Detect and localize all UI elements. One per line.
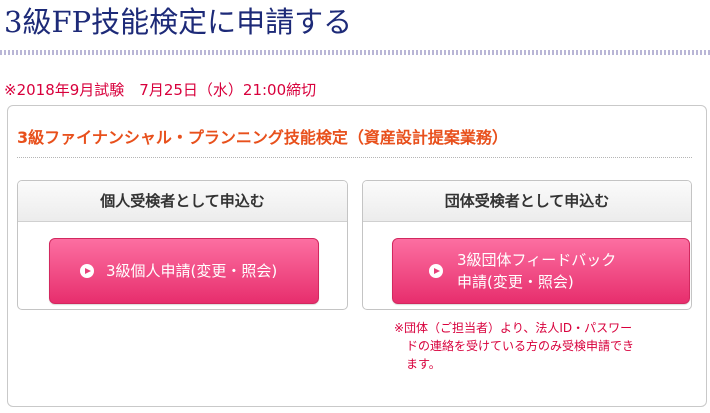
group-apply-label: 3級団体フィードバック 申請(変更・照会) bbox=[457, 249, 616, 293]
group-note: ※団体（ご担当者）より、法人ID・パスワー ドの連絡を受けている方のみ受検申請で… bbox=[394, 319, 689, 373]
group-apply-label-line1: 3級団体フィードバック bbox=[457, 251, 617, 269]
group-panel-heading: 団体受検者として申込む bbox=[363, 181, 691, 222]
group-apply-button[interactable]: 3級団体フィードバック 申請(変更・照会) bbox=[392, 238, 690, 304]
exam-deadline: ※2018年9月試験 7月25日（水）21:00締切 bbox=[4, 81, 317, 99]
page-title: 3級FP技能検定に申請する bbox=[4, 5, 353, 39]
individual-apply-label: 3級個人申請(変更・照会) bbox=[106, 262, 278, 280]
play-circle-icon bbox=[80, 264, 94, 278]
individual-apply-button[interactable]: 3級個人申請(変更・照会) bbox=[49, 238, 319, 304]
title-divider bbox=[0, 50, 710, 55]
exam-name: 3級ファイナンシャル・プランニング技能検定（資産設計提案業務） bbox=[17, 128, 508, 147]
group-note-line3: ます。 bbox=[406, 357, 441, 371]
group-apply-label-line2: 申請(変更・照会) bbox=[457, 273, 574, 291]
group-note-line2: ドの連絡を受けている方のみ受検申請でき bbox=[406, 339, 635, 353]
group-note-line1: ※団体（ご担当者）より、法人ID・パスワー bbox=[394, 321, 633, 335]
dotted-divider bbox=[17, 157, 692, 158]
play-circle-icon bbox=[429, 264, 443, 278]
individual-panel-heading: 個人受検者として申込む bbox=[18, 181, 347, 222]
